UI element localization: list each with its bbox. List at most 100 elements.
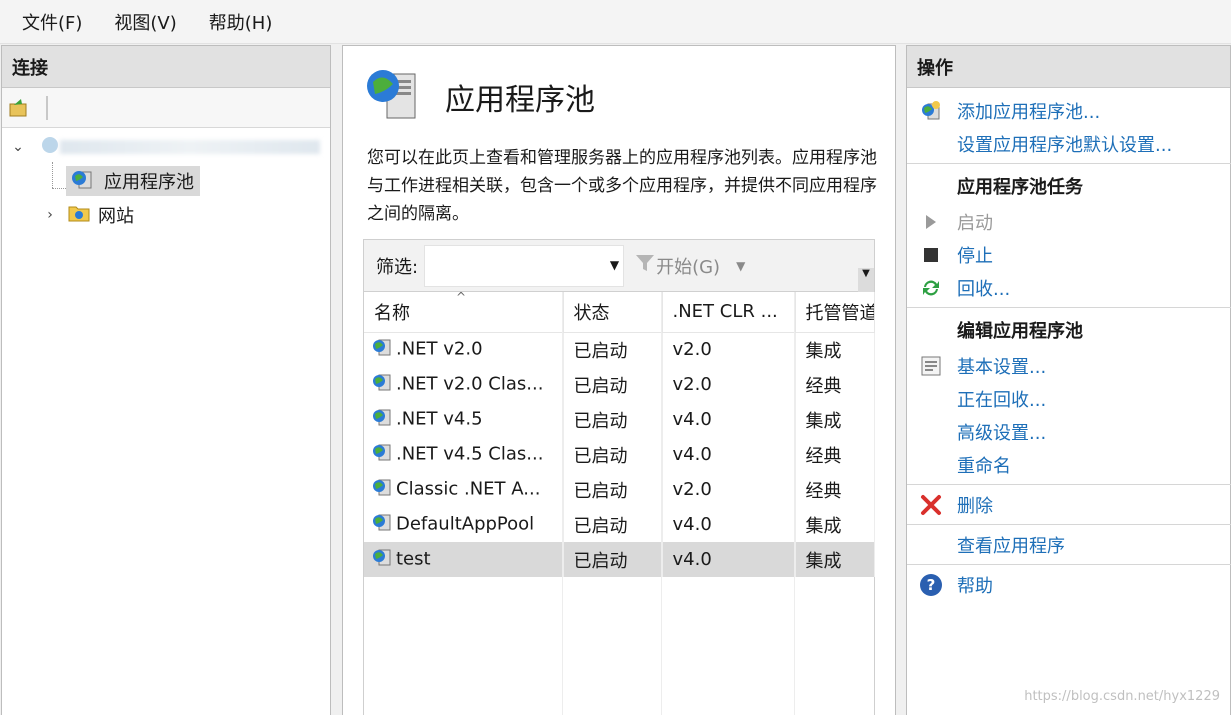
view-apps-action[interactable]: 查看应用程序 (917, 528, 1230, 561)
app-pool-icon (370, 475, 394, 504)
cell-name[interactable]: .NET v4.5 Clas... (364, 437, 564, 472)
cell-name[interactable]: test (364, 542, 564, 577)
set-defaults-action[interactable]: 设置应用程序池默认设置... (917, 127, 1230, 160)
app-pool-icon (370, 335, 394, 364)
table-row[interactable]: .NET v4.5 已启动 v4.0 集成 (364, 402, 875, 437)
recycling-action[interactable]: 正在回收... (917, 382, 1230, 415)
app-pools-list: 筛选: ▼ 开始(G) ▼ ▼ ^ 名称 状态 .NET CLR ... 托管管… (363, 239, 875, 715)
column-header-status[interactable]: 状态 (563, 292, 663, 333)
cell-pipeline: 集成 (795, 507, 875, 542)
basic-settings-action[interactable]: 基本设置... (917, 349, 1230, 382)
help-icon: ? (917, 571, 945, 599)
cell-clr: v4.0 (662, 437, 796, 472)
chevron-down-icon[interactable]: ⌄ (10, 139, 26, 155)
app-pools-panel: 应用程序池 您可以在此页上查看和管理服务器上的应用程序池列表。应用程序池与工作进… (342, 45, 896, 715)
add-app-pool-action[interactable]: 添加应用程序池... (917, 94, 1230, 127)
recycling-link[interactable]: 正在回收... (957, 386, 1046, 412)
connections-panel: 连接 ⌄ 应用程序池 › 网站 (1, 45, 331, 715)
settings-page-icon (917, 352, 945, 380)
tree-app-pools[interactable]: 应用程序池 (66, 166, 200, 196)
cell-pipeline: 集成 (795, 332, 875, 367)
svg-text:?: ? (927, 576, 936, 594)
connect-icon[interactable] (6, 95, 32, 121)
cell-clr: v4.0 (662, 542, 796, 577)
set-defaults-link[interactable]: 设置应用程序池默认设置... (957, 131, 1172, 157)
tree-connector (52, 188, 66, 189)
tree-sites-label: 网站 (98, 206, 134, 227)
server-name (60, 140, 320, 154)
page-description: 您可以在此页上查看和管理服务器上的应用程序池列表。应用程序池与工作进程相关联，包… (367, 148, 877, 224)
recycle-action[interactable]: 回收... (917, 271, 1230, 304)
table-row[interactable]: Classic .NET A... 已启动 v2.0 经典 (364, 472, 875, 507)
rename-link[interactable]: 重命名 (957, 452, 1011, 478)
cell-name[interactable]: DefaultAppPool (364, 507, 564, 542)
cell-clr: v4.0 (662, 402, 796, 437)
help-action[interactable]: ? 帮助 (917, 568, 1230, 601)
app-pool-icon (370, 440, 394, 469)
cell-name[interactable]: Classic .NET A... (364, 472, 564, 507)
delete-action[interactable]: 删除 (917, 488, 1230, 521)
funnel-icon (634, 252, 656, 279)
cell-name[interactable]: .NET v2.0 Clas... (364, 367, 564, 402)
scroll-down-icon[interactable]: ▼ (858, 268, 874, 292)
actions-list: 添加应用程序池... 设置应用程序池默认设置... 应用程序池任务 启动 停止 … (907, 88, 1231, 601)
cell-pipeline: 经典 (795, 472, 875, 507)
menubar: 文件(F) 视图(V) 帮助(H) (0, 0, 1231, 44)
tree-sites[interactable]: › 网站 (42, 200, 134, 230)
go-button[interactable]: 开始(G) ▼ (634, 252, 745, 279)
cell-name[interactable]: .NET v4.5 (364, 402, 564, 437)
delete-link[interactable]: 删除 (957, 492, 993, 518)
advanced-settings-link[interactable]: 高级设置... (957, 419, 1046, 445)
add-app-pool-link[interactable]: 添加应用程序池... (957, 98, 1100, 124)
edit-pool-heading: 编辑应用程序池 (957, 321, 1083, 342)
start-action[interactable]: 启动 (917, 205, 1230, 238)
table-row[interactable]: DefaultAppPool 已启动 v4.0 集成 (364, 507, 875, 542)
stop-link[interactable]: 停止 (957, 242, 993, 268)
cell-status: 已启动 (563, 332, 663, 367)
go-label: 开始(G) (656, 256, 721, 278)
app-pool-icon (370, 510, 394, 539)
cell-clr: v2.0 (662, 367, 796, 402)
cell-pipeline: 集成 (795, 542, 875, 577)
table-row[interactable]: .NET v2.0 已启动 v2.0 集成 (364, 332, 875, 367)
column-divider (562, 292, 563, 715)
separator (907, 163, 1231, 164)
table-row[interactable]: .NET v2.0 Clas... 已启动 v2.0 经典 (364, 367, 875, 402)
filter-label: 筛选: (376, 256, 419, 278)
app-pool-icon (370, 545, 394, 574)
filter-combobox[interactable]: ▼ (424, 244, 625, 287)
advanced-settings-action[interactable]: 高级设置... (917, 415, 1230, 448)
tree-app-pools-label: 应用程序池 (104, 172, 194, 193)
chevron-down-icon[interactable]: ▼ (736, 259, 745, 273)
chevron-right-icon[interactable]: › (42, 207, 58, 223)
cell-name[interactable]: .NET v2.0 (364, 332, 564, 367)
actions-header: 操作 (907, 46, 1230, 88)
delete-x-icon (917, 491, 945, 519)
column-header-clr[interactable]: .NET CLR ... (662, 292, 796, 333)
table-row[interactable]: test 已启动 v4.0 集成 (364, 542, 875, 577)
cell-status: 已启动 (563, 402, 663, 437)
cell-pipeline: 集成 (795, 402, 875, 437)
tree-server-node[interactable]: ⌄ (10, 132, 320, 162)
blank-icon (917, 385, 945, 413)
stop-action[interactable]: 停止 (917, 238, 1230, 271)
recycle-icon (917, 274, 945, 302)
cell-status: 已启动 (563, 437, 663, 472)
menu-help[interactable]: 帮助(H) (197, 9, 285, 35)
menu-file[interactable]: 文件(F) (10, 9, 94, 35)
view-apps-link[interactable]: 查看应用程序 (957, 532, 1065, 558)
menu-view[interactable]: 视图(V) (102, 9, 188, 35)
connections-toolbar (2, 88, 330, 128)
rename-action[interactable]: 重命名 (917, 448, 1230, 481)
dropdown-arrow-icon[interactable]: ▼ (610, 258, 619, 272)
separator (907, 564, 1231, 565)
basic-settings-link[interactable]: 基本设置... (957, 353, 1046, 379)
connections-tree: ⌄ 应用程序池 › 网站 (2, 128, 330, 227)
column-header-pipeline[interactable]: 托管管道 (795, 292, 875, 333)
help-link[interactable]: 帮助 (957, 572, 993, 598)
table-header-row: ^ 名称 状态 .NET CLR ... 托管管道 (364, 292, 875, 333)
column-header-name[interactable]: ^ 名称 (364, 292, 564, 333)
table-row[interactable]: .NET v4.5 Clas... 已启动 v4.0 经典 (364, 437, 875, 472)
column-divider (794, 292, 795, 715)
recycle-link[interactable]: 回收... (957, 275, 1010, 301)
